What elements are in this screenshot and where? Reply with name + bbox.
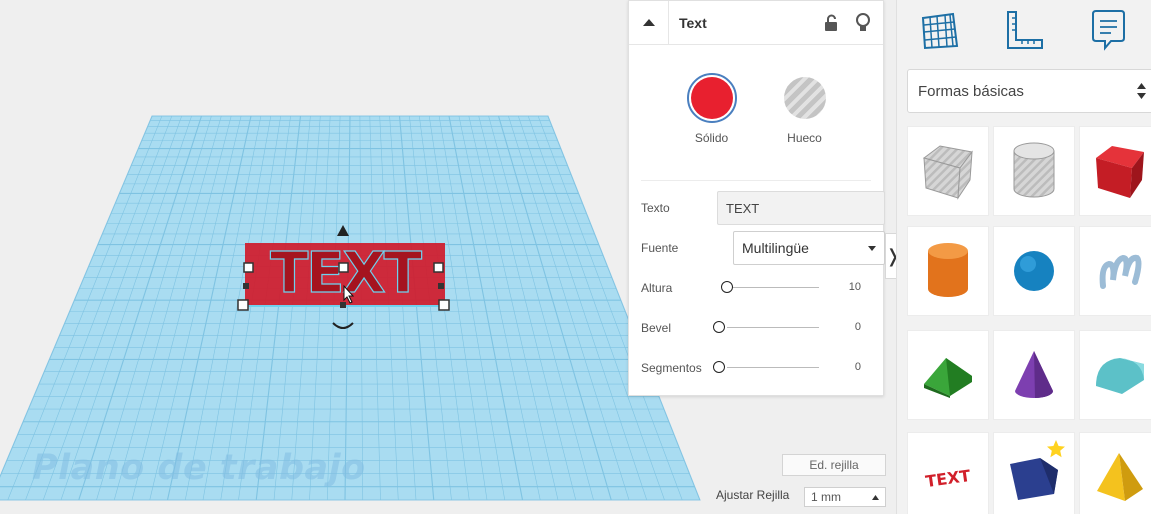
height-row: Altura 10 [641, 279, 871, 297]
bevel-slider-thumb[interactable] [713, 321, 725, 333]
snap-grid-select[interactable]: 1 mm [804, 487, 886, 507]
segments-value: 0 [854, 361, 861, 373]
resize-handle[interactable] [243, 283, 249, 289]
star-icon [1047, 440, 1065, 458]
shape-scribble[interactable] [1079, 226, 1151, 316]
lock-icon[interactable] [819, 11, 843, 35]
cylinder-hole-icon [1013, 142, 1055, 198]
shape-box-hole[interactable] [907, 126, 989, 216]
height-label: Altura [641, 281, 673, 295]
chevron-up-icon [642, 19, 655, 26]
shape-library-select[interactable]: Formas básicas [907, 69, 1151, 113]
height-slider[interactable] [727, 287, 819, 288]
edit-grid-button[interactable]: Ed. rejilla [782, 454, 886, 476]
resize-handle[interactable] [438, 283, 444, 289]
shape-cylinder-hole[interactable] [993, 126, 1075, 216]
bulb-icon[interactable] [851, 11, 875, 35]
height-slider-thumb[interactable] [721, 281, 733, 293]
shape-library-value: Formas básicas [918, 82, 1024, 100]
note-icon [1091, 10, 1125, 51]
box-hole-icon [922, 145, 973, 200]
shape-box[interactable] [1079, 126, 1151, 216]
font-label: Fuente [641, 241, 679, 255]
shape-pyramid[interactable] [1079, 432, 1151, 514]
shape-cylinder[interactable] [907, 226, 989, 316]
text-row: Texto TEXT [641, 191, 885, 225]
text-shape-label: TEXT [924, 466, 971, 491]
bevel-slider[interactable] [727, 327, 819, 328]
inspector-title: Text [679, 14, 707, 31]
solid-label: Sólido [694, 131, 729, 145]
hole-swatch[interactable]: Hueco [780, 73, 830, 180]
shapes-panel: Formas básicas TEXT [896, 0, 1151, 514]
font-select[interactable]: Multilingüe [733, 231, 885, 265]
view-tools [897, 0, 1151, 60]
bevel-row: Bevel 0 [641, 319, 871, 337]
segments-row: Segmentos 0 [641, 359, 871, 377]
font-row: Fuente Multilingüe [641, 231, 885, 265]
workplane-label: Plano de trabajo [32, 448, 366, 488]
snap-grid-label: Ajustar Rejilla [716, 488, 790, 502]
font-value: Multilingüe [742, 240, 809, 256]
text-input[interactable]: TEXT [717, 191, 885, 225]
caret-down-icon [868, 245, 876, 251]
notes-tool[interactable] [1066, 8, 1151, 52]
ruler-icon [1007, 11, 1043, 49]
scribble-icon [1099, 254, 1142, 289]
resize-handle[interactable] [237, 299, 249, 311]
pyramid-icon [1097, 453, 1143, 501]
shape-sphere[interactable] [993, 226, 1075, 316]
segments-slider[interactable] [727, 367, 819, 368]
resize-handle[interactable] [433, 262, 444, 273]
cylinder-icon [928, 243, 968, 297]
updown-arrow-icon [1137, 83, 1146, 99]
height-value: 10 [848, 281, 861, 293]
cone-icon [1015, 351, 1053, 398]
shape-roof[interactable] [907, 330, 989, 420]
fill-type-selector: Sólido Hueco [641, 45, 871, 181]
shape-round-roof[interactable] [1079, 330, 1151, 420]
ruler-tool[interactable] [982, 8, 1067, 52]
round-roof-icon [1096, 358, 1144, 394]
resize-handle[interactable] [438, 299, 450, 311]
box-icon [1096, 146, 1144, 198]
grid-icon [922, 12, 959, 50]
hole-label: Hueco [787, 131, 822, 145]
bevel-value: 0 [854, 321, 861, 333]
resize-handle[interactable] [338, 262, 349, 273]
segments-label: Segmentos [641, 361, 702, 375]
resize-handle[interactable] [340, 302, 346, 308]
shape-text[interactable]: TEXT [907, 432, 989, 514]
inspector-header: Text [629, 0, 883, 45]
snap-grid-value: 1 mm [811, 490, 841, 504]
workplane-tool[interactable] [897, 10, 982, 50]
solid-swatch[interactable]: Sólido [686, 73, 737, 180]
caret-up-icon [872, 494, 879, 500]
collapse-button[interactable] [629, 0, 669, 45]
resize-handle[interactable] [243, 262, 254, 273]
shape-cone[interactable] [993, 330, 1075, 420]
text-label: Texto [641, 201, 670, 215]
inspector-panel: Text Sólido Hueco Texto TEXT Fuente Mult… [628, 0, 885, 396]
text-shape-icon: TEXT [924, 466, 971, 491]
shape-polygon[interactable] [993, 432, 1075, 514]
roof-icon [924, 358, 972, 398]
segments-slider-thumb[interactable] [713, 361, 725, 373]
bevel-label: Bevel [641, 321, 672, 335]
sphere-icon [1014, 251, 1054, 291]
